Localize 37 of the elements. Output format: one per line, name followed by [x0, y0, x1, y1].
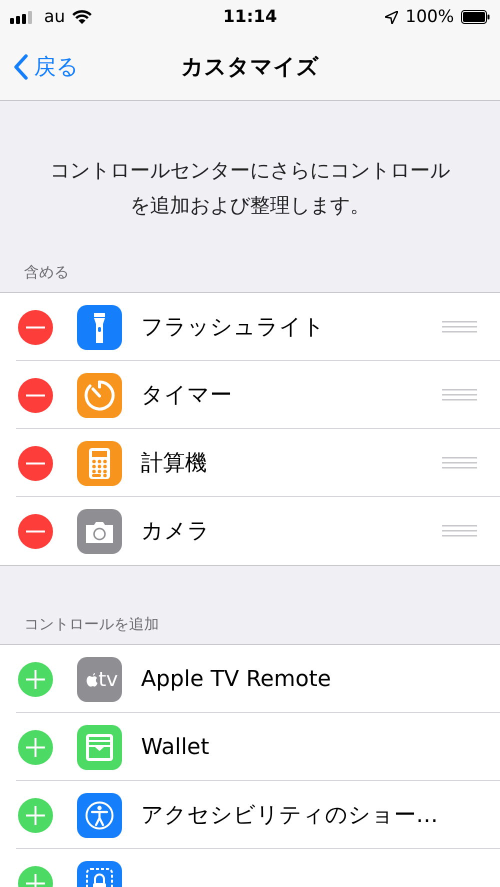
tv-icon: tv — [77, 656, 122, 702]
control-name: Wallet — [141, 734, 210, 760]
reorder-handle[interactable] — [442, 457, 477, 469]
reorder-handle[interactable] — [442, 321, 477, 333]
control-name: フラッシュライト — [141, 314, 326, 342]
carrier-name: au — [44, 7, 66, 27]
reorder-handle[interactable] — [442, 389, 477, 401]
wallet-icon — [77, 724, 122, 770]
timer-icon — [77, 372, 122, 418]
reorder-handle[interactable] — [442, 525, 477, 537]
back-button[interactable]: 戻る — [14, 52, 79, 82]
add-button[interactable] — [18, 662, 53, 696]
chevron-icon — [14, 54, 28, 80]
control-name: タイマー — [141, 382, 233, 410]
description-text: コントロールセンターにさらにコントロールを追加および整理します。 — [50, 157, 450, 219]
battery-percent: 100% — [405, 7, 454, 27]
location-icon — [385, 10, 398, 24]
accessibility-icon — [77, 792, 122, 838]
control-name: カメラ — [141, 518, 211, 546]
wifi-icon — [72, 10, 92, 24]
add-button[interactable] — [18, 730, 53, 764]
flashlight-icon — [77, 304, 122, 350]
add-button[interactable] — [18, 798, 53, 832]
control-name: Apple TV Remote — [141, 666, 332, 692]
battery-icon — [461, 10, 490, 24]
remove-button[interactable] — [18, 310, 53, 344]
control-name: アクセシビリティのショー… — [141, 802, 439, 830]
section-header: コントロールを追加 — [23, 615, 160, 635]
calculator-icon — [77, 440, 122, 486]
camera-icon — [77, 508, 122, 554]
remove-button[interactable] — [18, 514, 53, 548]
section-header: 含める — [23, 263, 70, 283]
remove-button[interactable] — [18, 446, 53, 480]
screen-title: カスタマイズ — [181, 54, 319, 82]
clock-time: 11:14 — [222, 7, 278, 27]
remove-button[interactable] — [18, 378, 53, 412]
control-name: 計算機 — [141, 450, 208, 478]
